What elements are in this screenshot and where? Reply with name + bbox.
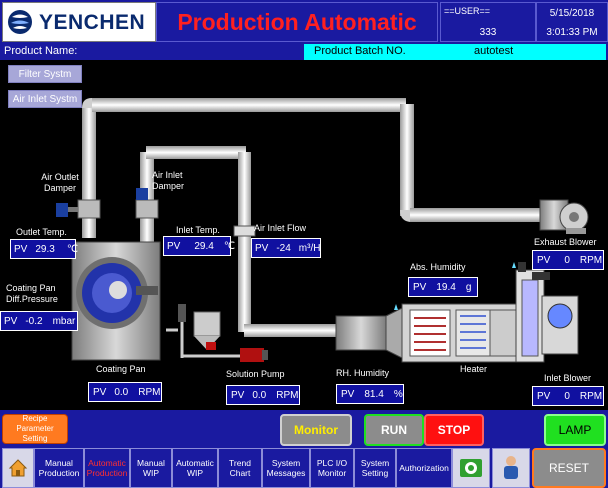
- screenshot-button[interactable]: [452, 448, 490, 488]
- solution-pump-reading: PV 0.0 RPM: [226, 385, 300, 405]
- nav-manual-production[interactable]: Manual Production: [34, 448, 84, 488]
- home-icon: [8, 459, 28, 477]
- monitor-button[interactable]: Monitor: [280, 414, 352, 446]
- air-inlet-damper-icon: [135, 188, 159, 219]
- air-outlet-damper-label: Air Outlet Damper: [41, 172, 79, 193]
- nav-plc-io-monitor[interactable]: PLC I/O Monitor: [310, 448, 354, 488]
- rh-humidity-label: RH. Humidity: [336, 368, 390, 378]
- abs-humidity-reading: PV 19.4 g: [408, 277, 478, 297]
- nav-automatic-production[interactable]: Automatic Production: [84, 448, 130, 488]
- solution-pump-label: Solution Pump: [226, 369, 285, 379]
- inlet-temp-reading: PV 29.4 ℃: [163, 236, 235, 256]
- air-inlet-damper-label: Air Inlet Damper: [152, 170, 185, 191]
- coating-pan-diff-label: Coating Pan Diff.Pressure: [6, 283, 58, 304]
- lamp-button[interactable]: LAMP: [544, 414, 606, 446]
- user-icon: [504, 456, 518, 479]
- product-batch-label: Product Batch NO.: [314, 45, 406, 57]
- logo: YENCHEN: [2, 2, 156, 42]
- nav-automatic-wip[interactable]: Automatic WIP: [172, 448, 218, 488]
- rh-humidity-reading: PV 81.4 %: [336, 384, 404, 404]
- nav-system-messages[interactable]: System Messages: [262, 448, 310, 488]
- outlet-temp-reading: PV 29.3 ℃: [10, 239, 78, 259]
- exhaust-blower-reading: PV 0 RPM: [532, 250, 604, 270]
- product-batch-field[interactable]: Product Batch NO. autotest: [304, 44, 606, 60]
- heater-label: Heater: [460, 364, 488, 374]
- recipe-parameter-button[interactable]: Recipe Parameter Setting: [2, 414, 68, 444]
- inlet-blower-reading: PV 0 RPM: [532, 386, 604, 406]
- user-id: 333: [479, 27, 497, 38]
- title-box: Production Automatic: [156, 2, 438, 42]
- nav-trend-chart[interactable]: Trend Chart: [218, 448, 262, 488]
- run-button[interactable]: RUN: [364, 414, 424, 446]
- camera-icon: [460, 459, 482, 477]
- process-diagram: [56, 98, 589, 363]
- time-display: 3:01:33 PM: [546, 27, 598, 38]
- coating-pan-diff-reading: PV -0.2 mbar: [0, 311, 78, 331]
- user-label: ==USER==: [444, 6, 491, 16]
- reset-button[interactable]: RESET: [532, 448, 606, 488]
- stop-button[interactable]: STOP: [424, 414, 484, 446]
- product-name-label: Product Name:: [4, 45, 78, 57]
- datetime-box: 5/15/2018 3:01:33 PM: [536, 2, 608, 42]
- flow-meter-icon: [233, 225, 256, 237]
- product-batch-value: autotest: [474, 45, 514, 57]
- date-display: 5/15/2018: [549, 8, 595, 19]
- exhaust-blower-icon: [539, 199, 589, 234]
- home-button[interactable]: [2, 448, 34, 488]
- nav-authorization[interactable]: Authorization: [396, 448, 452, 488]
- exhaust-blower-label: Exhaust Blower: [534, 237, 597, 247]
- nav-system-setting[interactable]: System Setting: [354, 448, 396, 488]
- user-button[interactable]: [492, 448, 530, 488]
- inlet-blower-label: Inlet Blower: [544, 373, 592, 383]
- nav-manual-wip[interactable]: Manual WIP: [130, 448, 172, 488]
- air-outlet-damper-icon: [56, 199, 101, 219]
- air-inlet-flow-label: Air Inlet Flow: [254, 223, 307, 233]
- yenchen-logo-icon: [8, 10, 32, 34]
- coating-pan-label: Coating Pan: [96, 364, 146, 374]
- user-box[interactable]: ==USER== 333: [440, 2, 536, 42]
- outlet-temp-label: Outlet Temp.: [16, 227, 67, 237]
- abs-humidity-label: Abs. Humidity: [410, 262, 466, 272]
- air-inlet-flow-reading: PV -24 m³/H: [251, 238, 321, 258]
- inlet-temp-label: Inlet Temp.: [176, 225, 220, 235]
- coating-pan-icon: [71, 241, 161, 361]
- logo-text: YENCHEN: [39, 11, 146, 34]
- page-title: Production Automatic: [177, 9, 417, 35]
- coating-pan-reading: PV 0.0 RPM: [88, 382, 162, 402]
